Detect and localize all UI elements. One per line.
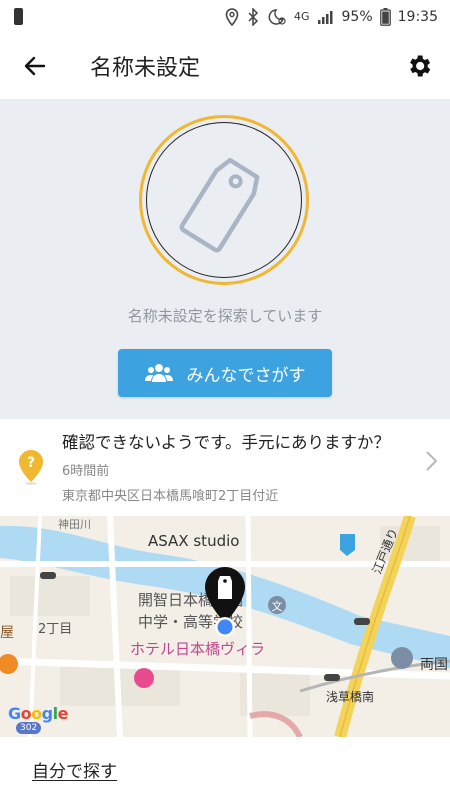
notice-address: 東京都中央区日本橋馬喰町2丁目付近 [62, 489, 279, 504]
search-with-everyone-button[interactable]: みんなでさがす [118, 349, 332, 397]
clock: 19:35 [397, 8, 438, 25]
map-label-asax-studio: ASAX studio [148, 532, 240, 550]
map-label-2chome: 2丁目 [38, 622, 73, 637]
search-area: 名称未設定を探索しています みんなでさがす [0, 99, 450, 419]
tag-location-pin[interactable] [203, 566, 247, 646]
status-bar: 4G 95% 19:35 [0, 0, 450, 33]
arrow-left-icon [24, 56, 46, 76]
location-question-icon: ? [19, 450, 43, 485]
gear-icon [410, 55, 431, 77]
network-type: 4G [293, 10, 310, 23]
google-logo: Google [8, 704, 68, 723]
tag-circle [146, 122, 302, 278]
route-badge: 302 [16, 722, 42, 734]
svg-text:文: 文 [272, 599, 283, 613]
map-label-ryogoku: 両国 [420, 657, 448, 673]
do-not-disturb-alarm-icon [268, 8, 286, 25]
notice-time: 6時間前 [62, 464, 110, 479]
bottom-bar: 自分で探す [0, 737, 450, 800]
battery-small-icon [14, 8, 23, 25]
chevron-right-icon [426, 451, 438, 471]
svg-text:?: ? [27, 455, 35, 471]
tag-icon [179, 157, 260, 253]
battery-percent: 95% [341, 8, 373, 25]
signal-icon [317, 10, 333, 24]
app-bar: 名称未設定 [0, 33, 450, 99]
self-search-link[interactable]: 自分で探す [32, 757, 117, 782]
page-title: 名称未設定 [90, 56, 201, 81]
map-label-kanda-river: 神田川 [58, 518, 91, 531]
map-label-asakusabashi: 浅草橋南 [326, 690, 375, 704]
location-icon [225, 7, 239, 26]
search-ring [139, 115, 309, 285]
battery-icon [379, 7, 391, 26]
settings-button[interactable] [388, 33, 450, 99]
search-with-everyone-label: みんなでさがす [186, 365, 306, 386]
map-view[interactable]: 文 神田川 ASAX studio 開智日本橋学園 中学・高等学校 ホテル日本橋… [0, 516, 450, 737]
map-label-ya: 屋 [0, 625, 14, 641]
bluetooth-icon [248, 7, 259, 26]
back-button[interactable] [0, 33, 70, 99]
notice-card[interactable]: ? 確認できないようです。手元にありますか？ 6時間前 東京都中央区日本橋馬喰町… [0, 419, 450, 516]
notice-title: 確認できないようです。手元にありますか？ [62, 433, 391, 452]
group-icon [144, 364, 173, 382]
search-status-text: 名称未設定を探索しています [127, 307, 323, 325]
